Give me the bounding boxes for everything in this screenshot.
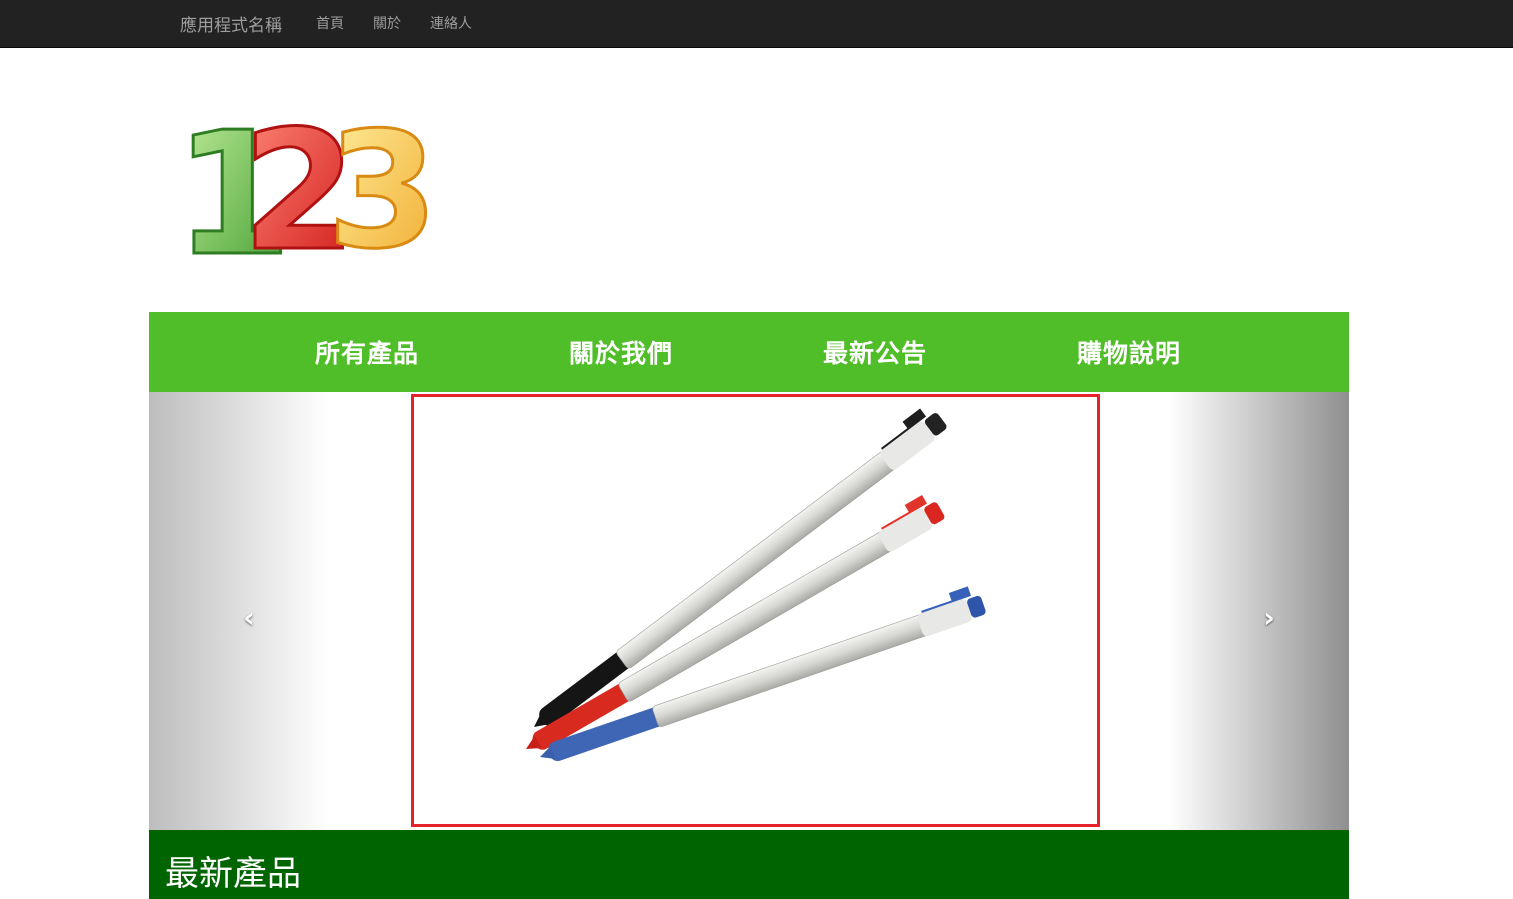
- nav-link-home[interactable]: 首頁: [316, 13, 344, 33]
- section-title: 最新產品: [165, 854, 301, 894]
- category-announcements[interactable]: 最新公告: [823, 334, 927, 370]
- red-pen: [526, 494, 945, 750]
- category-shopping-guide[interactable]: 購物說明: [1077, 334, 1181, 370]
- latest-products-header: 最新產品: [149, 830, 1349, 899]
- nav-link-about[interactable]: 關於: [373, 13, 401, 33]
- category-about-us[interactable]: 關於我們: [569, 334, 673, 370]
- top-navbar: 應用程式名稱 首頁 關於 連絡人: [0, 0, 1513, 48]
- pens-image: [526, 408, 986, 762]
- image-carousel: ‹ ›: [149, 392, 1349, 830]
- chevron-left-icon[interactable]: ‹: [237, 604, 261, 632]
- carousel-slide[interactable]: [411, 394, 1100, 827]
- category-all-products[interactable]: 所有產品: [315, 334, 419, 370]
- logo-digit-3: 3: [327, 98, 427, 263]
- top-nav-links: 首頁 關於 連絡人: [316, 13, 501, 33]
- navbar-brand[interactable]: 應用程式名稱: [180, 11, 282, 36]
- nav-link-contact[interactable]: 連絡人: [430, 13, 472, 33]
- site-logo[interactable]: 1 2 3: [172, 94, 440, 296]
- category-nav: 所有產品 關於我們 最新公告 購物說明: [149, 312, 1349, 392]
- chevron-right-icon[interactable]: ›: [1257, 604, 1281, 632]
